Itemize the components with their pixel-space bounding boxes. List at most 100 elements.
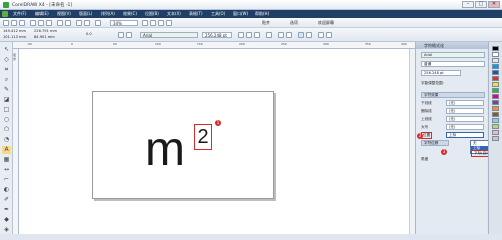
character-shift-section[interactable]: 字符位移 — [421, 140, 449, 146]
base-text-m[interactable]: m — [145, 126, 185, 174]
character-format-icon[interactable] — [298, 32, 304, 38]
save-icon[interactable] — [19, 20, 25, 26]
menu-arrange[interactable]: 排列(A) — [98, 11, 118, 17]
palette-swatch[interactable] — [492, 124, 499, 129]
height-field[interactable]: 84.901 mm — [34, 35, 55, 39]
open-folder-icon[interactable] — [11, 20, 17, 26]
smart-fill-icon[interactable]: ◪ — [2, 96, 11, 104]
dropdown-option-subscript[interactable]: 下标(自动) — [471, 150, 491, 157]
palette-swatch[interactable] — [492, 100, 499, 105]
palette-swatch[interactable] — [492, 118, 499, 123]
docker-size-field[interactable]: 256.248 pt — [421, 70, 461, 76]
font-list-select[interactable]: Arial — [140, 32, 198, 38]
crop-tool-icon[interactable]: ⌗ — [2, 66, 11, 74]
horizontal-text-icon[interactable] — [318, 32, 324, 38]
redo-icon[interactable] — [65, 20, 71, 26]
underline-icon[interactable] — [254, 32, 260, 38]
menu-text[interactable]: 文本(X) — [164, 11, 184, 17]
rectangle-tool-icon[interactable]: □ — [2, 106, 11, 114]
eyedropper-tool-icon[interactable]: ✐ — [2, 196, 11, 204]
underline-select[interactable]: (无) — [446, 100, 484, 106]
zoom-tool-icon[interactable]: ⌕ — [2, 76, 11, 84]
width-field[interactable]: 226.791 mm — [34, 29, 57, 33]
copy-icon[interactable] — [38, 20, 44, 26]
polygon-tool-icon[interactable]: ⬠ — [2, 126, 11, 134]
bullet-list-icon[interactable] — [278, 32, 284, 38]
dimension-tool-icon[interactable]: ↔ — [2, 166, 11, 174]
palette-swatch[interactable] — [492, 64, 499, 69]
italic-icon[interactable] — [246, 32, 252, 38]
bold-icon[interactable] — [238, 32, 244, 38]
drop-cap-icon[interactable] — [286, 32, 292, 38]
ellipse-tool-icon[interactable]: ○ — [2, 116, 11, 124]
align-text-icon[interactable] — [266, 32, 272, 38]
mirror-vertical-icon[interactable] — [126, 32, 132, 38]
zoom-out-icon[interactable] — [150, 20, 156, 26]
overline-select[interactable]: (无) — [446, 116, 484, 122]
palette-swatch[interactable] — [492, 46, 499, 51]
maximize-button[interactable]: □ — [475, 1, 487, 8]
palette-swatch[interactable] — [492, 70, 499, 75]
close-button[interactable]: ✕ — [488, 1, 500, 8]
table-tool-icon[interactable]: ▦ — [2, 156, 11, 164]
zoom-level-select[interactable]: 34% — [110, 20, 138, 26]
character-effects-section[interactable]: 字符效果 — [421, 92, 485, 98]
menu-table[interactable]: 表格(T) — [186, 11, 206, 17]
basic-shapes-icon[interactable]: ◔ — [2, 136, 11, 144]
uppercase-select[interactable]: (无) — [446, 124, 484, 130]
palette-swatch[interactable] — [492, 88, 499, 93]
zoom-in-icon[interactable] — [142, 20, 148, 26]
fill-tool-icon[interactable]: ◆ — [2, 216, 11, 224]
superscript-text-2[interactable]: 2 — [194, 124, 212, 150]
snap-to-label[interactable]: 贴齐 — [262, 20, 270, 26]
position-select[interactable]: 上标 — [446, 132, 484, 138]
connector-tool-icon[interactable]: ⌐ — [2, 176, 11, 184]
options-label[interactable]: 选项 — [290, 20, 298, 26]
menu-view[interactable]: 视图(V) — [54, 11, 74, 17]
zoom-page-icon[interactable] — [158, 20, 164, 26]
palette-swatch[interactable] — [492, 130, 499, 135]
menu-bitmaps[interactable]: 位图(B) — [142, 11, 162, 17]
vertical-text-icon[interactable] — [326, 32, 332, 38]
interactive-fill-icon[interactable]: ◈ — [2, 226, 11, 234]
undo-icon[interactable] — [57, 20, 63, 26]
palette-swatch[interactable] — [492, 106, 499, 111]
palette-swatch[interactable] — [492, 136, 499, 141]
menu-file[interactable]: 文件(F) — [10, 11, 29, 17]
palette-swatch[interactable] — [492, 94, 499, 99]
outline-pen-icon[interactable]: ✒ — [2, 206, 11, 214]
docker-style-select[interactable]: 普通 — [421, 61, 485, 67]
new-document-icon[interactable] — [3, 20, 9, 26]
palette-swatch[interactable] — [492, 112, 499, 117]
palette-swatch[interactable] — [492, 82, 499, 87]
cut-icon[interactable] — [30, 20, 36, 26]
application-launcher-icon[interactable] — [95, 20, 101, 26]
menu-edit[interactable]: 编辑(E) — [32, 11, 52, 17]
mirror-horizontal-icon[interactable] — [118, 32, 124, 38]
paste-icon[interactable] — [46, 20, 52, 26]
palette-swatch[interactable] — [492, 52, 499, 57]
zoom-width-icon[interactable] — [166, 20, 172, 26]
y-position-label[interactable]: 101.113 mm — [3, 35, 26, 39]
edit-text-icon[interactable] — [306, 32, 312, 38]
export-icon[interactable] — [84, 20, 90, 26]
welcome-screen-label[interactable]: 欢迎屏幕 — [318, 20, 334, 26]
angle-field[interactable]: 0.0 — [86, 32, 92, 36]
shape-tool-icon[interactable]: ◇ — [2, 56, 11, 64]
menu-window[interactable]: 窗口(W) — [230, 11, 251, 17]
import-icon[interactable] — [76, 20, 82, 26]
menu-tools[interactable]: 工具(O) — [208, 11, 228, 17]
strikethrough-select[interactable]: (无) — [446, 108, 484, 114]
pick-tool-icon[interactable]: ↖ — [2, 46, 11, 54]
x-position-label[interactable]: 149.412 mm — [3, 29, 26, 33]
font-size-select[interactable]: 256.248 pt — [202, 32, 232, 38]
menu-layout[interactable]: 版面(L) — [76, 11, 95, 17]
menu-help[interactable]: 帮助(H) — [252, 11, 272, 17]
text-tool-icon[interactable]: A — [2, 146, 11, 154]
palette-swatch[interactable] — [492, 76, 499, 81]
blend-tool-icon[interactable]: ◐ — [2, 186, 11, 194]
menu-effects[interactable]: 效果(C) — [120, 11, 140, 17]
docker-font-select[interactable]: Arial — [421, 52, 485, 58]
freehand-tool-icon[interactable]: ✎ — [2, 86, 11, 94]
palette-swatch[interactable] — [492, 58, 499, 63]
